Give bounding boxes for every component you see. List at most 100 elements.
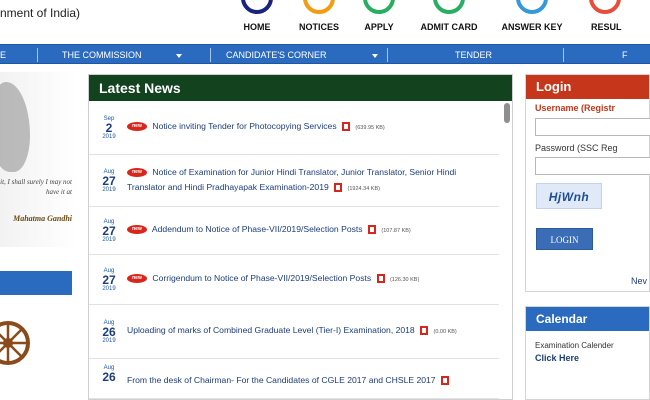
nav-item-commission-label: THE COMMISSION [62,50,142,60]
username-label: Username (Registr [535,103,616,113]
calendar-panel: Calendar Examination Calender Click Here [525,306,650,400]
captcha-image: HjWnh [536,183,602,209]
nav-divider [563,48,564,62]
quicknav-home-label: HOME [243,22,271,32]
date-day: 27 [102,223,116,238]
chevron-down-icon [175,53,182,58]
quicknav-home[interactable]: HOME [222,0,292,44]
nav-item-candidates-label: CANDIDATE'S CORNER [226,50,327,60]
chevron-down-icon [371,53,378,58]
result-icon [589,0,621,14]
date-day: 2 [105,120,113,135]
calendar-title: Calendar [526,307,649,331]
quicknav-result-label: RESUL [591,22,622,32]
news-item: Aug 26 From the desk of Chairman- For th… [89,359,499,399]
gandhi-portrait: it, I shall surely I may not have it at … [0,72,78,247]
nav-item-partial-right[interactable]: F [622,45,628,65]
news-item: Aug 26 2019 Uploading of marks of Combin… [89,305,499,359]
answer-key-icon [516,0,548,14]
file-size: (126.30 KB) [389,277,420,283]
password-input[interactable] [535,157,650,175]
ashoka-chakra-icon [0,321,30,365]
nav-divider [387,48,388,62]
news-link[interactable]: Addendum to Notice of Phase-VII/2019/Sel… [152,224,363,234]
nav-item-tender[interactable]: TENDER [455,45,492,65]
news-link[interactable]: From the desk of Chairman- For the Candi… [127,375,436,385]
login-panel: Login Username (Registr Password (SSC Re… [525,74,650,292]
quote-author: Mahatma Gandhi [13,214,72,223]
nav-divider [37,48,38,62]
admit-card-icon [433,0,465,14]
file-size: (639.95 KB) [355,125,385,131]
calendar-label: Examination Calender [535,341,614,350]
quicknav-apply-label: APPLY [364,22,394,32]
file-size: (107.87 KB) [381,228,411,234]
news-item: Sep 2 2019 new Notice inviting Tender fo… [89,101,499,155]
date-day: 26 [102,324,116,339]
date-day: 26 [102,370,116,384]
news-list: Sep 2 2019 new Notice inviting Tender fo… [89,101,499,399]
org-subtitle: nment of India) [0,6,81,20]
news-item: Aug 27 2019 new Notice of Examination fo… [89,155,499,207]
news-date: Aug 26 [95,365,123,383]
quicknav-answer-key[interactable]: ANSWER KEY [497,0,567,44]
latest-news-title: Latest News [89,75,512,101]
date-year: 2019 [102,337,116,344]
nav-item-candidates-corner[interactable]: CANDIDATE'S CORNER [226,45,378,65]
new-user-link[interactable]: Nev [631,276,647,286]
news-item: Aug 27 2019 new Addendum to Notice of Ph… [89,207,499,255]
nav-item-partial[interactable]: E [0,45,6,65]
main-nav: E THE COMMISSION CANDIDATE'S CORNER TEND… [0,44,650,64]
quicknav-apply[interactable]: APPLY [344,0,414,44]
news-date: Aug 27 2019 [95,219,123,243]
date-year: 2019 [102,285,116,292]
file-size: (1924.34 KB) [347,185,380,192]
news-link[interactable]: Notice of Examination for Junior Hindi T… [127,167,456,192]
news-date: Sep 2 2019 [95,116,123,140]
username-input[interactable] [535,118,650,136]
login-title: Login [526,75,649,99]
left-panel-header [0,271,72,295]
quicknav-admit-card-label: ADMIT CARD [420,22,478,32]
password-label: Password (SSC Reg [535,143,618,153]
gandhi-quote: it, I shall surely I may not have it at [0,178,72,196]
quicknav-admit-card[interactable]: ADMIT CARD [414,0,484,44]
news-link[interactable]: Notice inviting Tender for Photocopying … [152,121,336,131]
pdf-icon[interactable] [420,326,429,336]
news-text: Uploading of marks of Combined Graduate … [123,323,493,340]
login-button[interactable]: LOGIN [536,228,593,250]
news-text: new Addendum to Notice of Phase-VII/2019… [123,222,493,239]
date-year: 2019 [102,236,116,243]
file-size: (0.00 KB) [433,329,457,335]
new-badge-icon: new [127,274,147,284]
date-year: 2019 [102,186,116,193]
news-date: Aug 26 2019 [95,320,123,344]
news-date: Aug 27 2019 [95,169,123,193]
news-scrollbar[interactable] [504,103,510,123]
calendar-link[interactable]: Click Here [535,353,579,363]
right-column: Login Username (Registr Password (SSC Re… [525,74,650,400]
left-column: it, I shall surely I may not have it at … [0,72,78,400]
news-text: new Corrigendum to Notice of Phase-VII/2… [123,271,493,288]
date-year: 2019 [102,133,116,140]
nav-item-commission[interactable]: THE COMMISSION [62,45,182,65]
news-link[interactable]: Uploading of marks of Combined Graduate … [127,325,415,335]
new-badge-icon: new [127,122,147,132]
news-item: Aug 27 2019 new Corrigendum to Notice of… [89,255,499,305]
home-icon [241,0,273,14]
pdf-icon[interactable] [440,376,449,386]
quicknav-result[interactable]: RESUL [569,0,629,44]
notices-icon [303,0,335,14]
pdf-icon[interactable] [342,122,351,132]
news-text: new Notice of Examination for Junior Hin… [123,165,493,197]
date-day: 27 [102,272,116,287]
pdf-icon[interactable] [376,274,385,284]
new-badge-icon: new [127,167,147,177]
site-header: nment of India) HOME NOTICES APPLY ADMIT… [0,0,650,44]
news-link[interactable]: Corrigendum to Notice of Phase-VII/2019/… [152,273,371,283]
quicknav-answer-key-label: ANSWER KEY [501,22,563,32]
date-day: 27 [102,173,116,188]
pdf-icon[interactable] [334,182,343,192]
nav-divider [210,48,211,62]
pdf-icon[interactable] [368,225,376,235]
